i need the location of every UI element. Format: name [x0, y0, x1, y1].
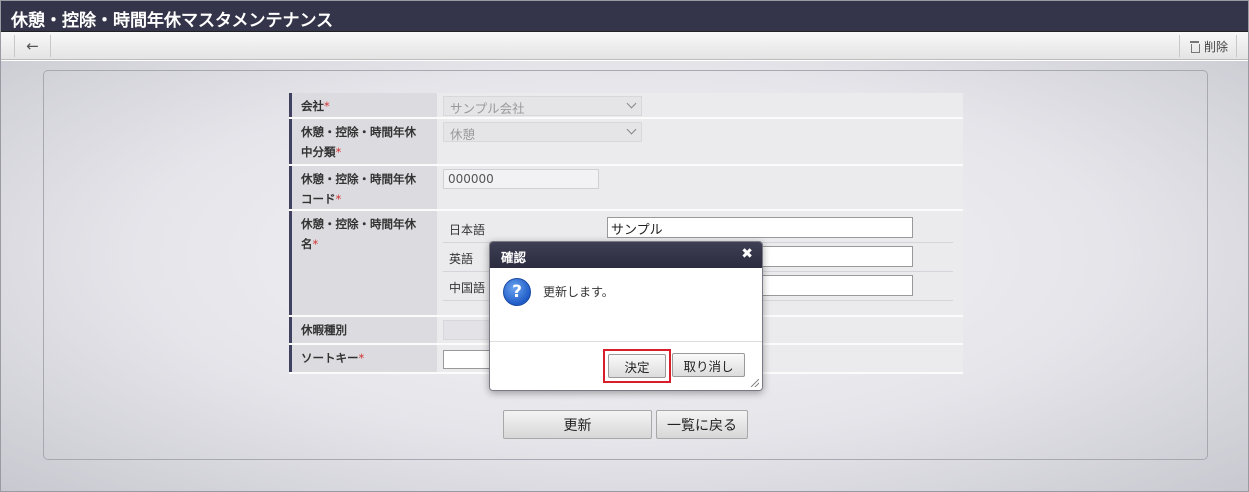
resize-grip-icon[interactable] — [751, 379, 759, 387]
modal-overlay: 確認 ✖ ? 更新します。 決定 取り消し — [0, 0, 1249, 492]
confirm-dialog: 確認 ✖ ? 更新します。 決定 取り消し — [489, 241, 763, 391]
question-icon: ? — [503, 278, 531, 306]
dialog-header: 確認 ✖ — [490, 242, 762, 268]
ok-button-highlight: 決定 — [603, 349, 671, 383]
cancel-button[interactable]: 取り消し — [672, 353, 745, 377]
dialog-body: ? 更新します。 — [490, 268, 762, 342]
dialog-message: 更新します。 — [543, 285, 614, 299]
dialog-footer: 決定 取り消し — [490, 342, 762, 390]
dialog-title: 確認 — [501, 250, 527, 265]
close-icon[interactable]: ✖ — [741, 246, 753, 262]
ok-button[interactable]: 決定 — [608, 354, 666, 378]
